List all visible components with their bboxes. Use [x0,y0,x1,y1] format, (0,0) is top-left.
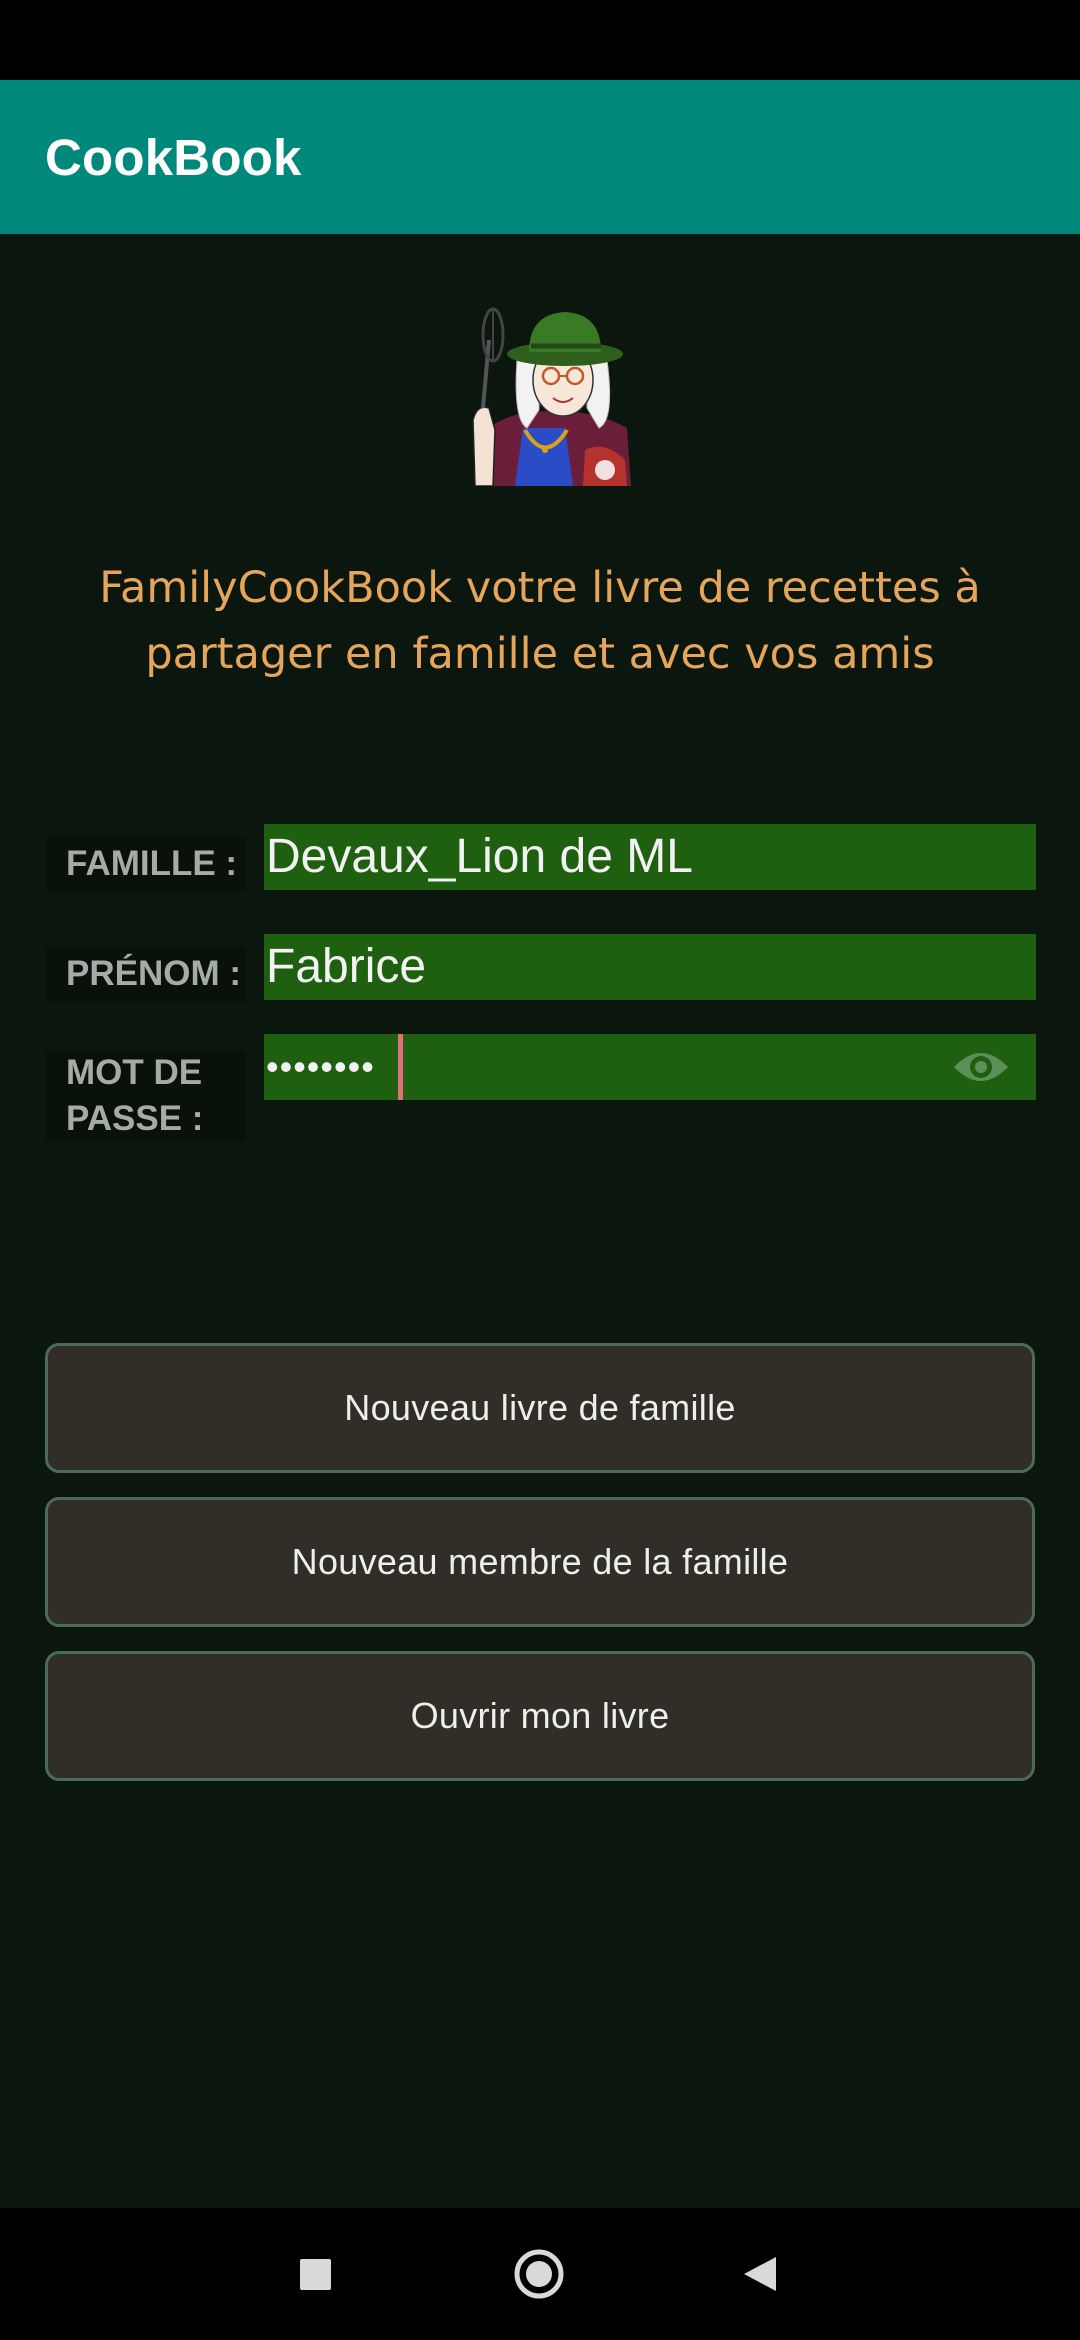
password-label-line-2: PASSE : [66,1099,204,1138]
circle-home-icon[interactable] [513,2248,565,2300]
password-masked-text: •••••••• [266,1046,375,1087]
famille-label: FAMILLE : [46,836,246,892]
eye-icon[interactable] [952,1047,1010,1087]
tagline-line-2: partager en famille et avec vos amis [145,629,935,679]
tagline: FamilyCookBook votre livre de recettes à… [60,555,1020,687]
prenom-label: PRÉNOM : [46,946,246,1002]
open-my-book-button[interactable]: Ouvrir mon livre [45,1651,1035,1781]
navigation-bar [0,2208,1080,2340]
tagline-line-1: FamilyCookBook votre livre de recettes à [99,563,981,613]
new-family-book-button[interactable]: Nouveau livre de famille [45,1343,1035,1473]
famille-input[interactable]: Devaux_Lion de ML [264,824,1036,890]
password-label-line-1: MOT DE [66,1053,203,1092]
password-input[interactable]: •••••••• [264,1034,1036,1100]
screen: CookBook FamilyCookBook votre livre de r… [0,0,1080,2340]
square-recents-icon[interactable] [300,2259,331,2290]
password-label: MOT DE PASSE : [46,1050,246,1142]
app-title: CookBook [45,128,302,186]
grandma-chef-with-whisk-icon [472,307,631,486]
app-bar: CookBook [0,80,1080,234]
text-cursor [398,1034,403,1100]
prenom-input[interactable]: Fabrice [264,934,1036,1000]
triangle-back-icon[interactable] [742,2255,776,2293]
new-family-member-button[interactable]: Nouveau membre de la famille [45,1497,1035,1627]
status-bar [0,0,1080,80]
